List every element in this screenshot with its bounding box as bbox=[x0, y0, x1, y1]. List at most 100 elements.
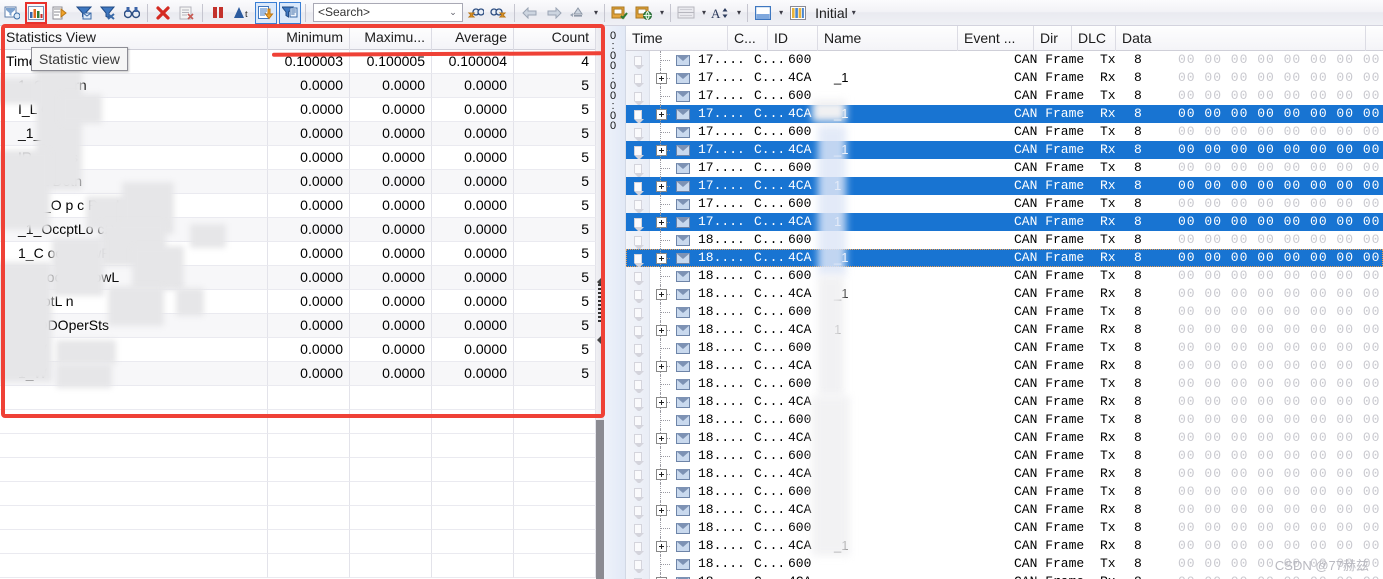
time-delta-icon[interactable]: t bbox=[231, 2, 253, 24]
bookmark-icon[interactable] bbox=[626, 195, 650, 213]
save-config-icon[interactable] bbox=[609, 2, 631, 24]
statistics-row[interactable]: 1_W 0.0000 0.0000 0.0000 5 bbox=[0, 338, 596, 362]
row-layout-dropdown-caret[interactable]: ▾ bbox=[702, 8, 706, 17]
delete-red-x-icon[interactable] bbox=[152, 2, 174, 24]
horizontal-scrollbar-edge[interactable] bbox=[596, 420, 604, 579]
export-down-icon[interactable] bbox=[255, 1, 277, 24]
filter-remove-icon[interactable] bbox=[97, 2, 119, 24]
trace-row[interactable]: 18....C...4CACAN FrameRx800 00 00 00 00 … bbox=[626, 501, 1383, 519]
trace-row[interactable]: 18....C...4CACAN FrameRx800 00 00 00 00 … bbox=[626, 393, 1383, 411]
bookmark-icon[interactable] bbox=[626, 411, 650, 429]
statistics-row[interactable]: _1_L Detn 0.0000 0.0000 0.0000 5 bbox=[0, 170, 596, 194]
trace-row[interactable]: 18.... C... 600 CAN Frame Tx 8 00 00 00 00 00 … bbox=[626, 519, 1383, 537]
column-header-dir[interactable]: Dir bbox=[1034, 26, 1072, 51]
splitter-expand-arrow[interactable] bbox=[597, 336, 601, 344]
bookmark-icon[interactable] bbox=[626, 573, 650, 579]
statistics-row[interactable]: OccptL n 0.0000 0.0000 0.0000 5 bbox=[0, 290, 596, 314]
filter-clear-icon[interactable] bbox=[1, 2, 23, 24]
expand-node-icon[interactable] bbox=[650, 249, 672, 267]
bookmark-icon[interactable] bbox=[626, 393, 650, 411]
trace-row[interactable]: 18.... C... 600 CAN Frame Tx 8 00 00 00 00 00 … bbox=[626, 339, 1383, 357]
panel-layout-dropdown-caret[interactable]: ▾ bbox=[779, 8, 783, 17]
trace-row[interactable]: 18.... C... 600 CAN Frame Tx 8 00 00 00 00 00 … bbox=[626, 231, 1383, 249]
bookmark-icon[interactable] bbox=[626, 87, 650, 105]
statistics-row[interactable]: 1_W 0.0000 0.0000 0.0000 5 bbox=[0, 362, 596, 386]
filter-config-icon[interactable] bbox=[279, 1, 301, 24]
signal-list-icon[interactable] bbox=[49, 2, 71, 24]
column-header-dlc[interactable]: DLC bbox=[1072, 26, 1116, 51]
trace-row[interactable]: 18.... C... 600 CAN Frame Tx 8 00 00 00 00 00 … bbox=[626, 483, 1383, 501]
trace-row[interactable]: 18....C...4CACAN FrameRx800 00 00 00 00 … bbox=[626, 357, 1383, 375]
trace-row[interactable]: 17.... C... 4CA _1 CAN Frame Rx 8 00 00 00 00 0… bbox=[626, 69, 1383, 87]
statistics-row[interactable]: _1_Er ts 0.0000 0.0000 0.0000 5 bbox=[0, 122, 596, 146]
expand-node-icon[interactable] bbox=[650, 537, 672, 555]
trace-row[interactable]: 17.... C... 4CA _1 CAN Frame Rx 8 00 00 00 00 0… bbox=[626, 141, 1383, 159]
bookmark-icon[interactable] bbox=[626, 285, 650, 303]
expand-node-icon[interactable] bbox=[650, 465, 672, 483]
statistics-row[interactable]: _1_OccptLo cRowN 0.0000 0.0000 0.0000 5 bbox=[0, 218, 596, 242]
trace-row[interactable]: 18.... C... 4CA _1 CAN Frame Rx 8 00 00 00 00 0… bbox=[626, 249, 1383, 267]
expand-node-icon[interactable] bbox=[650, 141, 672, 159]
pause-icon[interactable] bbox=[207, 2, 229, 24]
statistics-row[interactable]: 1_Cl lWarn 0.0000 0.0000 0.0000 5 bbox=[0, 74, 596, 98]
statistics-row[interactable]: IR_ ltySts 0.0000 0.0000 0.0000 5 bbox=[0, 146, 596, 170]
marker-icon[interactable] bbox=[567, 2, 589, 24]
trace-row[interactable]: 17.... C... 600 CAN Frame Tx 8 00 00 00 00 00 … bbox=[626, 123, 1383, 141]
find-binoculars-icon[interactable] bbox=[121, 2, 143, 24]
column-header-maximum[interactable]: Maximu... bbox=[350, 26, 432, 50]
column-header-channel[interactable]: C... bbox=[728, 26, 768, 51]
splitter-grip[interactable] bbox=[598, 284, 601, 334]
bookmark-icon[interactable] bbox=[626, 105, 650, 123]
bookmark-icon[interactable] bbox=[626, 465, 650, 483]
bookmark-icon[interactable] bbox=[626, 519, 650, 537]
profile-dropdown-caret[interactable]: ▾ bbox=[852, 8, 856, 17]
find-next-icon[interactable] bbox=[488, 2, 510, 24]
find-previous-icon[interactable] bbox=[464, 2, 486, 24]
bookmark-icon[interactable] bbox=[626, 249, 650, 267]
step-back-icon[interactable] bbox=[519, 2, 541, 24]
statistics-row[interactable]: P_1_O p c RowL 0.0000 0.0000 0.0000 5 bbox=[0, 194, 596, 218]
trace-row[interactable]: 18....C...4CACAN FrameRx800 00 00 00 00 … bbox=[626, 429, 1383, 447]
trace-row[interactable]: 18.... C... 4CA _1 CAN Frame Rx 8 00 00 00 00 0… bbox=[626, 285, 1383, 303]
expand-node-icon[interactable] bbox=[650, 285, 672, 303]
bookmark-icon[interactable] bbox=[626, 123, 650, 141]
panel-layout-icon[interactable] bbox=[752, 2, 774, 24]
bookmark-icon[interactable] bbox=[626, 69, 650, 87]
trace-row[interactable]: 18....C...4CACAN FrameRx800 00 00 00 00 … bbox=[626, 465, 1383, 483]
bookmark-icon[interactable] bbox=[626, 555, 650, 573]
column-header-statistics-view[interactable]: Statistics View bbox=[0, 26, 268, 50]
trace-row[interactable]: 17.... C... 4CA _1 CAN Frame Rx 8 00 00 00 00 0… bbox=[626, 105, 1383, 123]
font-size-dropdown-caret[interactable]: ▾ bbox=[737, 8, 741, 17]
bookmark-icon[interactable] bbox=[626, 375, 650, 393]
expand-node-icon[interactable] bbox=[650, 105, 672, 123]
trace-row[interactable]: 18....C...4CACAN FrameRx800 00 00 00 00 … bbox=[626, 573, 1383, 579]
bookmark-icon[interactable] bbox=[626, 429, 650, 447]
bookmark-icon[interactable] bbox=[626, 447, 650, 465]
statistics-row[interactable]: 1_C ocnS owR 0.0000 0.0000 0.0000 5 bbox=[0, 242, 596, 266]
column-header-id[interactable]: ID bbox=[768, 26, 818, 51]
bookmark-icon[interactable] bbox=[626, 501, 650, 519]
trace-row[interactable]: 18.... C... 600 CAN Frame Tx 8 00 00 00 00 00 … bbox=[626, 411, 1383, 429]
trace-row[interactable]: 18.... C... 4CA _1 CAN Frame Rx 8 00 00 00 00 0… bbox=[626, 537, 1383, 555]
bookmark-icon[interactable] bbox=[626, 159, 650, 177]
expand-node-icon[interactable] bbox=[650, 177, 672, 195]
expand-node-icon[interactable] bbox=[650, 501, 672, 519]
trace-row[interactable]: 17.... C... 600 CAN Frame Tx 8 00 00 00 00 00 … bbox=[626, 159, 1383, 177]
font-size-icon[interactable]: A bbox=[710, 2, 732, 24]
trace-row[interactable]: 17.... C... 600 CAN Frame Tx 8 00 00 00 00 00 … bbox=[626, 195, 1383, 213]
expand-node-icon[interactable] bbox=[650, 573, 672, 579]
expand-node-icon[interactable] bbox=[650, 321, 672, 339]
expand-node-icon[interactable] bbox=[650, 213, 672, 231]
bookmark-icon[interactable] bbox=[626, 231, 650, 249]
trace-row[interactable]: 18.... C... 600 CAN Frame Tx 8 00 00 00 00 00 … bbox=[626, 447, 1383, 465]
message-filter-icon[interactable] bbox=[73, 2, 95, 24]
column-header-data[interactable]: Data bbox=[1116, 26, 1366, 51]
bookmark-icon[interactable] bbox=[626, 267, 650, 285]
column-header-count[interactable]: Count bbox=[514, 26, 596, 50]
trace-row[interactable]: 18.... C... 600 CAN Frame Tx 8 00 00 00 00 00 … bbox=[626, 303, 1383, 321]
step-forward-icon[interactable] bbox=[543, 2, 565, 24]
bookmark-icon[interactable] bbox=[626, 483, 650, 501]
marker-dropdown-caret[interactable]: ▾ bbox=[594, 8, 598, 17]
statistics-chart-icon[interactable] bbox=[25, 1, 47, 24]
column-header-average[interactable]: Average bbox=[432, 26, 514, 50]
